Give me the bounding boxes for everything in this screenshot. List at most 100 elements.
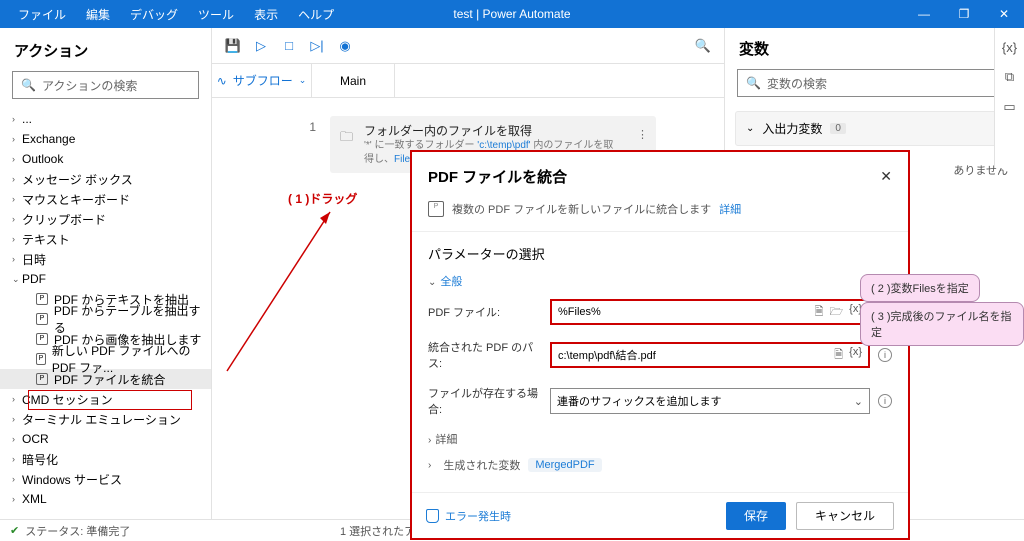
menu-file[interactable]: ファイル: [8, 4, 76, 25]
shield-icon: [426, 509, 439, 523]
ui-elements-rail-icon[interactable]: ⧉: [1005, 69, 1014, 85]
search-placeholder: 変数の検索: [767, 75, 827, 92]
merged-path-label: 統合された PDF のパス:: [428, 339, 542, 371]
field-value: %Files%: [558, 306, 601, 318]
merge-pdf-dialog: PDF ファイルを統合 ✕ P 複数の PDF ファイルを新しいファイルに統合し…: [410, 150, 910, 540]
pdf-files-input[interactable]: %Files% 🗎 🗁 {x}: [550, 299, 870, 325]
search-icon: 🔍: [21, 78, 36, 92]
save-button[interactable]: 保存: [726, 502, 786, 530]
tree-group[interactable]: ›テキスト: [0, 229, 211, 249]
menu-edit[interactable]: 編集: [76, 4, 120, 25]
chevron-down-icon: ⌄: [299, 75, 307, 86]
tree-group[interactable]: ›Outlook: [0, 149, 211, 169]
annotation-arrow: [222, 206, 352, 376]
menu-tools[interactable]: ツール: [188, 4, 244, 25]
pdf-icon: P: [36, 353, 46, 365]
chevron-down-icon: ⌄: [854, 395, 863, 408]
tree-group[interactable]: ›日時: [0, 249, 211, 269]
tree-group[interactable]: ›OCR: [0, 429, 211, 449]
menu-help[interactable]: ヘルプ: [288, 4, 344, 25]
run-icon[interactable]: ▷: [250, 35, 272, 57]
min-icon[interactable]: ―: [904, 7, 944, 21]
tree-group[interactable]: ›CMD セッション: [0, 389, 211, 409]
actions-search-input[interactable]: 🔍 アクションの検索: [12, 71, 199, 99]
subflow-dropdown[interactable]: ∿ サブフロー ⌄: [212, 64, 312, 97]
file-icon[interactable]: 🗎: [815, 303, 824, 322]
chevron-down-icon: ⌄: [746, 123, 754, 134]
search-placeholder: アクションの検索: [42, 77, 137, 94]
tree-group[interactable]: ›メッセージ ボックス: [0, 169, 211, 189]
max-icon[interactable]: ❐: [944, 7, 984, 21]
status-ready: ステータス: 準備完了: [25, 523, 130, 539]
io-count-badge: 0: [830, 123, 846, 134]
dialog-more-link[interactable]: 詳細: [719, 201, 741, 217]
variables-rail-icon[interactable]: {x}: [1002, 40, 1017, 55]
tree-group[interactable]: ›XML: [0, 489, 211, 509]
tab-main[interactable]: Main: [312, 64, 395, 97]
step-title: フォルダー内のファイルを取得: [364, 122, 622, 139]
dialog-close-icon[interactable]: ✕: [880, 168, 892, 185]
pdf-icon: P: [428, 201, 444, 217]
annotation-drag: ( 1 )ドラッグ: [288, 190, 357, 207]
if-exists-label: ファイルが存在する場合:: [428, 385, 542, 417]
window-title: test | Power Automate: [453, 7, 570, 21]
merged-path-input[interactable]: c:\temp\pdf\結合.pdf 🗎 {x}: [550, 342, 870, 368]
pdf-icon: P: [36, 373, 48, 385]
close-icon[interactable]: ✕: [984, 7, 1024, 21]
dialog-description: 複数の PDF ファイルを新しいファイルに統合します: [452, 201, 711, 217]
save-icon[interactable]: 💾: [222, 35, 244, 57]
tree-group[interactable]: ›...: [0, 109, 211, 129]
field-value: 連番のサフィックスを追加します: [557, 393, 721, 409]
detail-section-toggle[interactable]: ›詳細: [428, 431, 892, 447]
images-rail-icon[interactable]: ▭: [1003, 99, 1015, 115]
variables-pane-title: 変数: [739, 38, 769, 59]
pdf-icon: P: [36, 293, 48, 305]
generated-var-label: 生成された変数: [443, 457, 520, 473]
search-icon: 🔍: [746, 76, 761, 90]
pdf-action[interactable]: P新しい PDF ファイルへの PDF ファ...: [0, 349, 211, 369]
stop-icon[interactable]: □: [278, 35, 300, 57]
menu-bar: ファイル 編集 デバッグ ツール 表示 ヘルプ: [0, 4, 344, 25]
annotation-3: ( 3 )完成後のファイル名を指定: [860, 302, 1024, 346]
cancel-button[interactable]: キャンセル: [796, 502, 894, 530]
folder-open-icon[interactable]: 🗁: [830, 303, 844, 322]
pdf-icon: P: [36, 313, 48, 325]
io-variables-header[interactable]: ⌄ 入出力変数 0: [735, 111, 1014, 146]
menu-view[interactable]: 表示: [244, 4, 288, 25]
info-icon[interactable]: i: [878, 394, 892, 408]
if-exists-select[interactable]: 連番のサフィックスを追加します ⌄: [550, 388, 870, 414]
menu-debug[interactable]: デバッグ: [120, 4, 188, 25]
info-icon[interactable]: i: [878, 348, 892, 362]
record-icon[interactable]: ◉: [334, 35, 356, 57]
status-ok-icon: ✔: [10, 524, 19, 537]
side-rail: {x} ⧉ ▭: [994, 28, 1024, 168]
pdf-action[interactable]: PPDF からテーブルを抽出する: [0, 309, 211, 329]
search-icon[interactable]: 🔍: [692, 35, 714, 57]
tree-group[interactable]: ›クリップボード: [0, 209, 211, 229]
more-icon[interactable]: ⋮: [637, 128, 648, 141]
line-number: 1: [228, 116, 316, 134]
tree-group[interactable]: ›暗号化: [0, 449, 211, 469]
pdf-icon: P: [36, 333, 48, 345]
variable-picker-icon[interactable]: {x}: [849, 346, 862, 365]
tree-group-pdf[interactable]: ⌄PDF: [0, 269, 211, 289]
file-icon[interactable]: 🗎: [834, 346, 843, 365]
actions-pane-title: アクション: [0, 28, 211, 71]
io-label: 入出力変数: [762, 120, 822, 137]
tree-group[interactable]: ›マウスとキーボード: [0, 189, 211, 209]
tree-group[interactable]: ›ターミナル エミュレーション: [0, 409, 211, 429]
field-value: c:\temp\pdf\結合.pdf: [558, 347, 656, 363]
flow-icon: ∿: [217, 74, 227, 88]
variables-search-input[interactable]: 🔍 変数の検索: [737, 69, 1012, 97]
tree-group[interactable]: ›Windows サービス: [0, 469, 211, 489]
annotation-2: ( 2 )変数Filesを指定: [860, 274, 980, 302]
on-error-link[interactable]: エラー発生時: [426, 508, 511, 524]
general-section-toggle[interactable]: ⌄全般: [428, 273, 892, 289]
tree-group[interactable]: ›Exchange: [0, 129, 211, 149]
params-section-title: パラメーターの選択: [428, 244, 892, 263]
actions-tree: ›... ›Exchange ›Outlook ›メッセージ ボックス ›マウス…: [0, 109, 211, 520]
step-icon[interactable]: ▷|: [306, 35, 328, 57]
dialog-title: PDF ファイルを統合: [428, 166, 567, 187]
generated-var-chip[interactable]: MergedPDF: [528, 458, 601, 472]
pdf-files-label: PDF ファイル:: [428, 304, 542, 320]
